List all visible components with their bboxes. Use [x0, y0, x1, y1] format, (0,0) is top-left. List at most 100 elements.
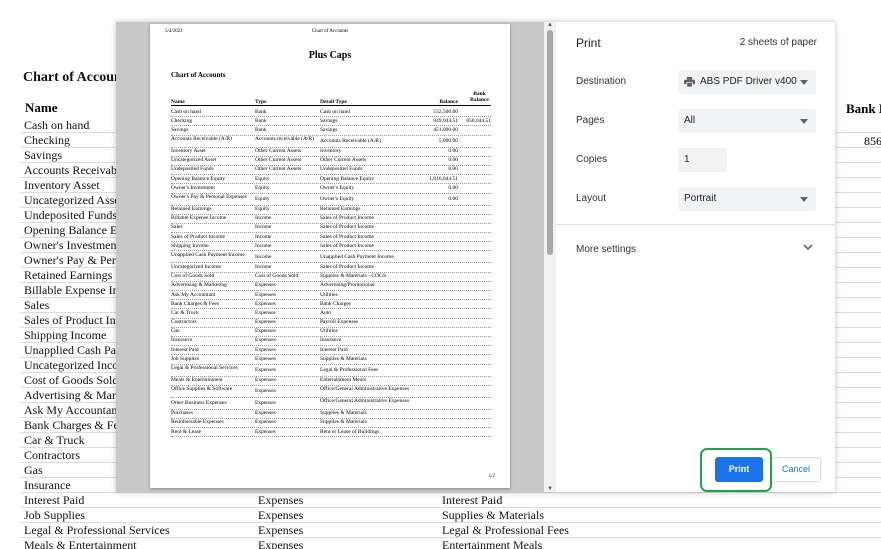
cell-type: Expenses: [255, 377, 276, 383]
layout-select[interactable]: Portrait: [678, 187, 816, 211]
chevron-down-icon: [800, 197, 808, 202]
cell-detail: Owner's Equity: [320, 196, 355, 202]
cell-name: Uncategorized Asset: [24, 193, 123, 207]
cell-type: Expenses: [255, 400, 276, 407]
table-row: Billable Expense Income Income Sales of Pr…: [171, 215, 491, 224]
cell-name: Interest Paid: [171, 346, 199, 353]
table-row: Rent & Lease Expenses Rent or Lease of Bui…: [171, 428, 491, 438]
cell-name: Checking: [171, 117, 193, 124]
cell-name: Inventory Asset: [24, 178, 100, 192]
destination-select[interactable]: ABS PDF Driver v400: [678, 70, 816, 94]
cell-type: Expenses: [255, 346, 276, 353]
cell-name: Interest Paid: [24, 493, 85, 507]
table-row: Other Business Expenses Expenses Office/Ge…: [171, 398, 491, 410]
cell-name: Owner's Investment: [24, 238, 120, 252]
table-row: Uncategorized Asset Other Current Assets O…: [171, 157, 491, 166]
cell-name: Billable Expense Income: [171, 215, 227, 222]
cell-detail: Rent or Lease of Buildings: [320, 428, 380, 435]
cell-name: Bank Charges & Fees: [171, 300, 220, 307]
pages-value: All: [684, 115, 696, 126]
pages-select[interactable]: All: [678, 109, 816, 133]
layout-label: Layout: [576, 193, 607, 204]
chevron-down-icon[interactable]: [802, 242, 814, 252]
table-row: Meals & Entertainment Expenses Entertainme…: [171, 377, 491, 386]
cell-type: Expenses: [255, 337, 276, 344]
cell-name: Advertising & Marketing: [171, 282, 227, 289]
copies-input[interactable]: 1: [678, 148, 727, 172]
cell-name: Sales of Product Inc: [24, 313, 121, 327]
table-row: Legal & Professional Services Expenses Leg…: [171, 365, 491, 377]
cell-balance: 0.00: [448, 184, 458, 191]
print-preview-area: 5/4/2021 Chart of Accounts Plus Caps Cha…: [116, 22, 544, 492]
table-row: Retained Earnings Equity Retained Earnings: [171, 206, 491, 215]
cell-detail: Advertising/Promotional: [320, 282, 375, 289]
cell-detail: Sales of Product Income: [320, 215, 374, 222]
scroll-up-icon[interactable]: ▲: [546, 22, 554, 28]
cell-name: Legal & Professional Services: [171, 365, 238, 371]
cell-name: Savings: [171, 126, 189, 133]
cancel-button[interactable]: Cancel: [771, 457, 821, 482]
cell-name: Gas: [24, 463, 43, 477]
cell-type: Expenses: [258, 523, 304, 537]
table-row: Uncategorized Income Income Sales of Produ…: [171, 263, 491, 273]
chevron-down-icon: [800, 119, 808, 124]
pages-label: Pages: [576, 115, 605, 126]
cell-name: Other Business Expenses: [171, 400, 227, 407]
table-row: Interest Paid Expenses Interest Paid: [171, 346, 491, 356]
column-header-bank-balance: Bank Balance: [846, 101, 881, 116]
destination-label: Destination: [576, 76, 627, 87]
cell-name: Insurance: [24, 478, 71, 492]
cell-type: Expenses: [255, 291, 276, 298]
cell-name: Billable Expense Inc: [24, 283, 124, 297]
cell-name: Cost of Goods Sold: [24, 373, 119, 387]
cell-name: Opening Balance Equity: [171, 175, 226, 182]
scrollbar-thumb[interactable]: [547, 30, 553, 255]
preview-header: Chart of Accounts: [311, 29, 349, 34]
preview-table: Cash on hand Bank Cash on hand 532,500.00 Ch…: [171, 108, 491, 438]
cell-type: Expenses: [255, 367, 276, 373]
cell-type: Expenses: [258, 493, 304, 507]
cell-type: Income: [255, 263, 272, 270]
cell-balance: 849,044.51: [433, 117, 458, 124]
cell-name: Undeposited Funds: [24, 208, 117, 222]
table-row: Meals & Entertainment Expenses Entertainme…: [20, 538, 881, 549]
cell-name: Bank Charges & Fee: [24, 418, 125, 432]
cell-detail: Supplies & Materials: [320, 410, 367, 417]
cell-type: Other Current Assets: [255, 166, 302, 173]
cell-detail: Accounts Receivable (A/R): [320, 138, 381, 145]
scroll-down-icon[interactable]: ▼: [546, 486, 554, 492]
preview-col-balance: Balance: [439, 99, 458, 105]
table-row: Reimbursable Expenses Expenses Supplies & …: [171, 419, 491, 429]
cell-detail: Savings: [320, 117, 338, 124]
table-row: Savings Bank Savings 451,000.00: [171, 126, 491, 136]
cell-type: Cost of Goods Sold: [255, 273, 299, 280]
cell-type: Income: [255, 253, 272, 260]
cell-balance: 0.00: [448, 166, 458, 173]
table-row: Sales Income Sales of Product Income: [171, 224, 491, 234]
preview-col-type: Type: [255, 99, 267, 105]
table-row: Owner's Pay & Personal Expenses Equity Own…: [171, 194, 491, 206]
cell-name: Job Supplies: [24, 508, 86, 522]
cell-name: Gas: [171, 328, 180, 335]
cell-name: Sales of Product Income: [171, 233, 225, 240]
more-settings-toggle[interactable]: More settings: [576, 244, 636, 255]
preview-col-name: Name: [171, 99, 185, 105]
cell-name: Uncategorized Asset: [171, 157, 217, 164]
cell-type: Expenses: [255, 355, 276, 362]
cell-detail: Supplies & Materials - COGS: [320, 273, 386, 280]
table-row: Sales of Product Income Income Sales of Pr…: [171, 233, 491, 243]
cell-type: Equity: [255, 206, 270, 212]
table-row: Legal & Professional Services Expenses Leg…: [20, 523, 881, 538]
cell-detail: Inventory: [320, 148, 342, 155]
cell-name: Sales: [171, 224, 183, 231]
cell-name: Car & Truck: [171, 309, 199, 316]
preview-scrollbar[interactable]: ▲ ▼: [544, 22, 556, 492]
cell-detail: Sales of Product Income: [320, 233, 374, 240]
cell-detail: Entertainment Meals: [320, 377, 366, 383]
table-row: Unapplied Cash Payment Income Income Unapp…: [171, 251, 491, 264]
cell-name: Ask My Accountant: [24, 403, 121, 417]
cell-detail: Supplies & Materials: [442, 508, 544, 522]
cell-name: Contractors: [24, 448, 80, 462]
destination-value: ABS PDF Driver v400: [700, 76, 797, 87]
cell-balance: 1,816,044.51: [429, 175, 458, 182]
